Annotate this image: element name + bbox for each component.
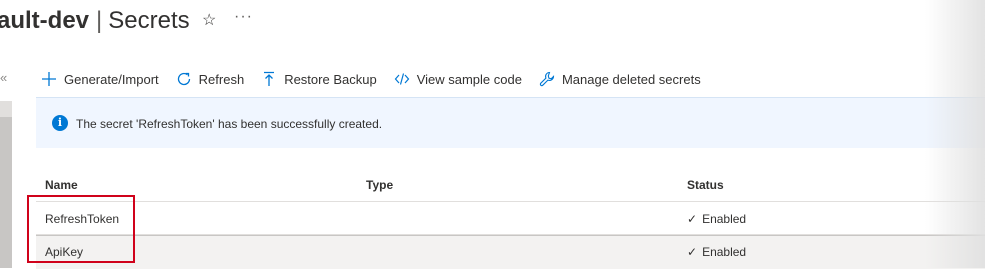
status-label: Enabled — [702, 212, 747, 226]
column-header-name[interactable]: Name — [45, 178, 78, 192]
refresh-button[interactable]: Refresh — [175, 70, 245, 88]
sidebar-scrollbar-track-top — [0, 101, 12, 117]
view-sample-code-button[interactable]: View sample code — [393, 70, 522, 88]
code-icon — [393, 70, 411, 88]
manage-deleted-secrets-button[interactable]: Manage deleted secrets — [538, 70, 701, 88]
refresh-icon — [175, 70, 193, 88]
command-bar: Generate/Import Refresh Restore Backup V… — [40, 69, 717, 89]
page-header: ault-dev | Secrets — [0, 4, 190, 38]
collapse-sidebar-icon[interactable]: « — [0, 70, 7, 85]
refresh-label: Refresh — [198, 71, 245, 87]
table-row[interactable]: ApiKey ✓ Enabled — [36, 235, 985, 269]
column-header-status[interactable]: Status — [687, 178, 724, 192]
info-icon: i — [52, 115, 68, 131]
manage-deleted-secrets-label: Manage deleted secrets — [561, 71, 701, 87]
more-options-icon[interactable]: ··· — [234, 8, 253, 26]
restore-backup-label: Restore Backup — [284, 71, 377, 87]
table-row[interactable]: RefreshToken ✓ Enabled — [36, 202, 985, 235]
generate-import-button[interactable]: Generate/Import — [40, 70, 159, 88]
page-title: Secrets — [108, 7, 190, 34]
sidebar-scrollbar[interactable] — [0, 101, 12, 268]
upload-icon — [260, 70, 278, 88]
highlight-box — [27, 195, 135, 263]
info-banner: i The secret 'RefreshToken' has been suc… — [36, 97, 985, 148]
secret-status: ✓ Enabled — [687, 212, 746, 226]
status-label: Enabled — [702, 245, 747, 259]
resource-name: ault-dev — [0, 7, 90, 34]
star-icon[interactable]: ☆ — [202, 10, 216, 30]
wrench-icon — [538, 70, 556, 88]
checkmark-icon: ✓ — [687, 245, 698, 259]
title-separator: | — [96, 7, 103, 34]
banner-message: The secret 'RefreshToken' has been succe… — [76, 117, 383, 131]
restore-backup-button[interactable]: Restore Backup — [260, 70, 377, 88]
secret-status: ✓ Enabled — [687, 245, 746, 259]
plus-icon — [40, 70, 58, 88]
edge-shadow — [925, 0, 985, 268]
view-sample-code-label: View sample code — [416, 71, 522, 87]
column-header-type[interactable]: Type — [366, 178, 393, 192]
generate-import-label: Generate/Import — [64, 71, 159, 87]
checkmark-icon: ✓ — [687, 212, 698, 226]
